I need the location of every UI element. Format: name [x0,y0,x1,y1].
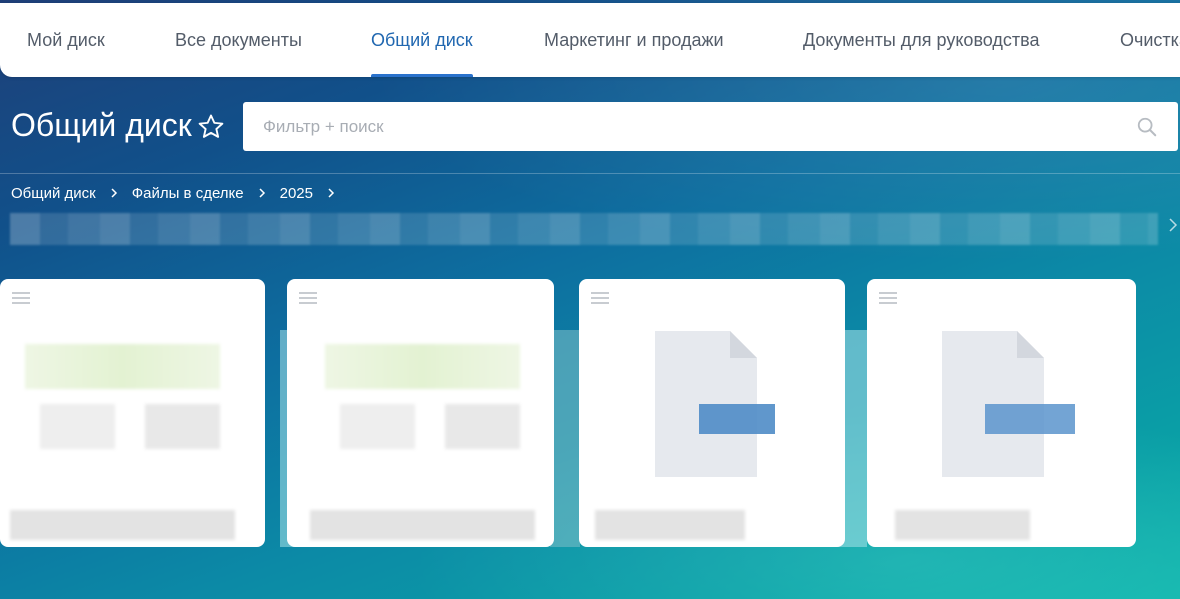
menu-icon[interactable] [12,291,30,305]
spreadsheet-preview [340,404,415,449]
header-divider [0,173,1180,174]
top-tabs-bar: Мой диск Все документы Общий диск Маркет… [0,3,1180,77]
search-icon[interactable] [1136,116,1158,138]
document-icon [942,331,1075,477]
breadcrumb-item[interactable]: Файлы в сделке [132,185,244,202]
chevron-right-icon [111,188,117,198]
menu-icon[interactable] [879,291,897,305]
spreadsheet-preview [145,404,220,449]
menu-icon[interactable] [591,291,609,305]
page-title: Общий диск [11,107,192,143]
chevron-right-icon [328,188,335,198]
file-card[interactable] [287,279,554,547]
search-box [243,102,1178,151]
star-icon[interactable] [196,112,226,142]
document-icon [655,331,775,477]
spreadsheet-preview [445,404,520,449]
tab-my-disk[interactable]: Мой диск [27,3,105,77]
spreadsheet-preview [25,344,220,389]
card-gap-strip [550,330,580,547]
tab-all-documents[interactable]: Все документы [175,3,302,77]
chevron-right-icon [259,188,265,198]
tab-shared-disk[interactable]: Общий диск [371,3,473,77]
tab-cleanup[interactable]: Очистка [1120,3,1180,77]
tab-marketing-sales[interactable]: Маркетинг и продажи [544,3,724,77]
file-name-redacted [10,510,235,540]
tab-management-documents[interactable]: Документы для руководства [803,3,1040,77]
file-name-redacted [310,510,535,540]
file-name-redacted [595,510,745,540]
search-input[interactable] [263,102,1123,151]
file-card[interactable] [0,279,265,547]
chevron-right-icon[interactable] [1168,217,1178,233]
redacted-filter-row [10,213,1158,245]
file-card[interactable] [579,279,845,547]
file-name-redacted [895,510,1030,540]
breadcrumb-item[interactable]: 2025 [280,185,313,202]
spreadsheet-preview [40,404,115,449]
menu-icon[interactable] [299,291,317,305]
breadcrumb-item[interactable]: Общий диск [11,185,96,202]
file-card[interactable] [867,279,1136,547]
spreadsheet-preview [325,344,520,389]
breadcrumb: Общий диск Файлы в сделке 2025 [11,183,349,203]
